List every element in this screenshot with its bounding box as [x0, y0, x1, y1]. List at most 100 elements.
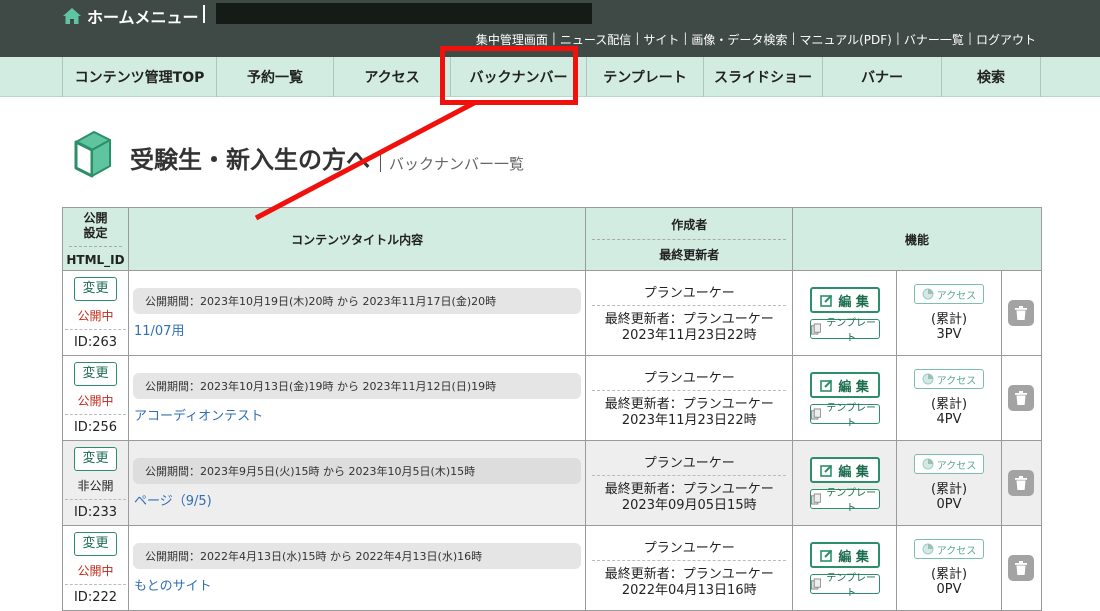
content-title-link[interactable]: アコーディオンテスト [133, 409, 263, 424]
delete-button[interactable] [1008, 555, 1035, 581]
status-cell: 変更 公開中 ID:256 [62, 355, 129, 441]
edit-button[interactable]: 編 集 [809, 457, 880, 483]
table-row: 変更 非公開 ID:233 公開期間：2023年9月5日(火)15時 から 2023年… [62, 440, 1043, 526]
nav-item-contents-top[interactable]: コンテンツ管理TOP [62, 57, 216, 97]
status-badge: 公開中 [77, 393, 114, 408]
last-updated-date: 2023年11月23日22時 [621, 413, 757, 428]
nav-item-access[interactable]: アクセス [333, 57, 450, 97]
status-cell: 変更公開中 ID:263 [62, 270, 129, 356]
header-author-updater: 最終更新者 [659, 247, 720, 262]
status-badge: 公開中 [77, 308, 114, 323]
author-divider [592, 560, 787, 561]
nav-item-reservations[interactable]: 予約一覧 [216, 57, 333, 97]
edit-button[interactable]: 編 集 [809, 542, 880, 568]
link-site[interactable]: サイト [643, 31, 679, 48]
access-cell: アクセス (累計) 3PV [896, 270, 1002, 356]
last-updater: 最終更新者：プランユーケー [604, 397, 774, 412]
edit-button-label: 編 集 [838, 294, 869, 310]
author-cell: プランユーケー 最終更新者：プランユーケー 2023年11月23日22時 [585, 270, 794, 356]
content-title-link[interactable]: もとのサイト [133, 579, 212, 594]
author-name: プランユーケー [643, 541, 735, 556]
trash-icon [1015, 306, 1028, 320]
pageview-count: 0PV [936, 497, 962, 512]
content-title-link[interactable]: 11/07用 [133, 324, 184, 339]
access-icon [922, 543, 934, 555]
title-cell: 公開期間：2023年9月5日(火)15時 から 2023年10月5日(木)15時… [127, 440, 587, 526]
link-separator: | [635, 31, 640, 45]
header-dash [592, 238, 787, 240]
template-button[interactable]: テンプレート [809, 488, 880, 514]
link-separator: | [895, 31, 900, 45]
trash-icon [1015, 391, 1028, 405]
last-updater: 最終更新者：プランユーケー [604, 567, 774, 582]
cumulative-label: (累計) [930, 482, 968, 497]
header-title: コンテンツタイトル内容 [127, 207, 587, 271]
edit-button-label: 編 集 [838, 464, 869, 480]
pageview-count: 3PV [936, 327, 962, 342]
access-button[interactable]: アクセス [914, 284, 985, 304]
last-updated-date: 2022年04月13日16時 [621, 583, 757, 598]
page-subtitle: バックナンバー一覧 [389, 155, 525, 173]
edit-button[interactable]: 編 集 [809, 287, 880, 313]
nav-item-template[interactable]: テンプレート [586, 57, 703, 97]
delete-button[interactable] [1008, 385, 1035, 411]
access-button[interactable]: アクセス [914, 539, 985, 559]
edit-button[interactable]: 編 集 [809, 372, 880, 398]
edit-cell: 編 集テンプレート [792, 355, 898, 441]
delete-cell [1000, 440, 1043, 526]
access-button-label: アクセス [936, 375, 977, 387]
template-button[interactable]: テンプレート [809, 573, 880, 599]
link-banner-list[interactable]: バナー一覧 [904, 31, 964, 48]
author-cell: プランユーケー 最終更新者：プランユーケー 2023年09月05日15時 [585, 440, 794, 526]
access-icon [922, 373, 934, 385]
nav-item-search[interactable]: 検索 [941, 57, 1041, 97]
nav-item-banner[interactable]: バナー [822, 57, 941, 97]
access-cell: アクセス (累計) 0PV [896, 525, 1002, 611]
delete-button[interactable] [1008, 470, 1035, 496]
table-row: 変更 公開中 ID:256 公開期間：2023年10月13日(金)19時 から 202… [62, 355, 1043, 441]
template-icon [810, 578, 821, 590]
link-separator: | [683, 31, 688, 45]
change-button[interactable]: 変更 [73, 531, 117, 556]
change-button[interactable]: 変更 [73, 446, 117, 471]
status-divider [65, 413, 126, 415]
link-logout[interactable]: ログアウト [976, 31, 1036, 48]
content-title-link[interactable]: ページ（9/5) [133, 494, 212, 509]
header-dash [69, 245, 122, 247]
template-button[interactable]: テンプレート [809, 318, 880, 344]
status-divider [65, 328, 126, 330]
access-button-label: アクセス [936, 545, 977, 557]
access-button[interactable]: アクセス [914, 454, 985, 474]
table-header-row: 公開 設定 HTML_ID コンテンツタイトル内容 作成者 最終更新者 機能 [62, 207, 1042, 271]
access-button-label: アクセス [936, 290, 977, 302]
access-button-label: アクセス [936, 460, 977, 472]
header-status-line2: 設定 [83, 225, 108, 240]
cumulative-label: (累計) [930, 312, 968, 327]
edit-cell: 編 集テンプレート [792, 270, 898, 356]
pageview-count: 4PV [936, 412, 962, 427]
author-divider [592, 390, 787, 391]
template-button[interactable]: テンプレート [809, 403, 880, 429]
html-id: ID:263 [73, 334, 118, 350]
delete-button[interactable] [1008, 300, 1035, 326]
template-button-label: テンプレート [826, 318, 876, 344]
access-button[interactable]: アクセス [914, 369, 985, 389]
link-image-search[interactable]: 画像・データ検索 [691, 31, 787, 48]
last-updater: 最終更新者：プランユーケー [604, 482, 774, 497]
template-icon [810, 323, 821, 335]
delete-cell [1000, 270, 1043, 356]
delete-cell [1000, 525, 1043, 611]
table-row: 変更 公開中 ID:263 公開期間：2023年10月19日(木)20時 から 202… [62, 270, 1043, 356]
html-id: ID:233 [73, 504, 118, 520]
home-menu-link[interactable]: ホームメニュー [62, 4, 199, 28]
change-button[interactable]: 変更 [73, 276, 117, 301]
last-updated-date: 2023年09月05日15時 [621, 498, 757, 513]
cumulative-label: (累計) [930, 567, 968, 582]
change-button[interactable]: 変更 [73, 361, 117, 386]
author-name: プランユーケー [643, 371, 735, 386]
table-row: 変更 公開中 ID:222 公開期間：2022年4月13日(水)15時 から 2022… [62, 525, 1043, 611]
link-manual[interactable]: マニュアル(PDF) [799, 31, 891, 48]
nav-item-slideshow[interactable]: スライドショー [703, 57, 822, 97]
access-icon [922, 288, 934, 300]
access-cell: アクセス (累計) 4PV [896, 355, 1002, 441]
